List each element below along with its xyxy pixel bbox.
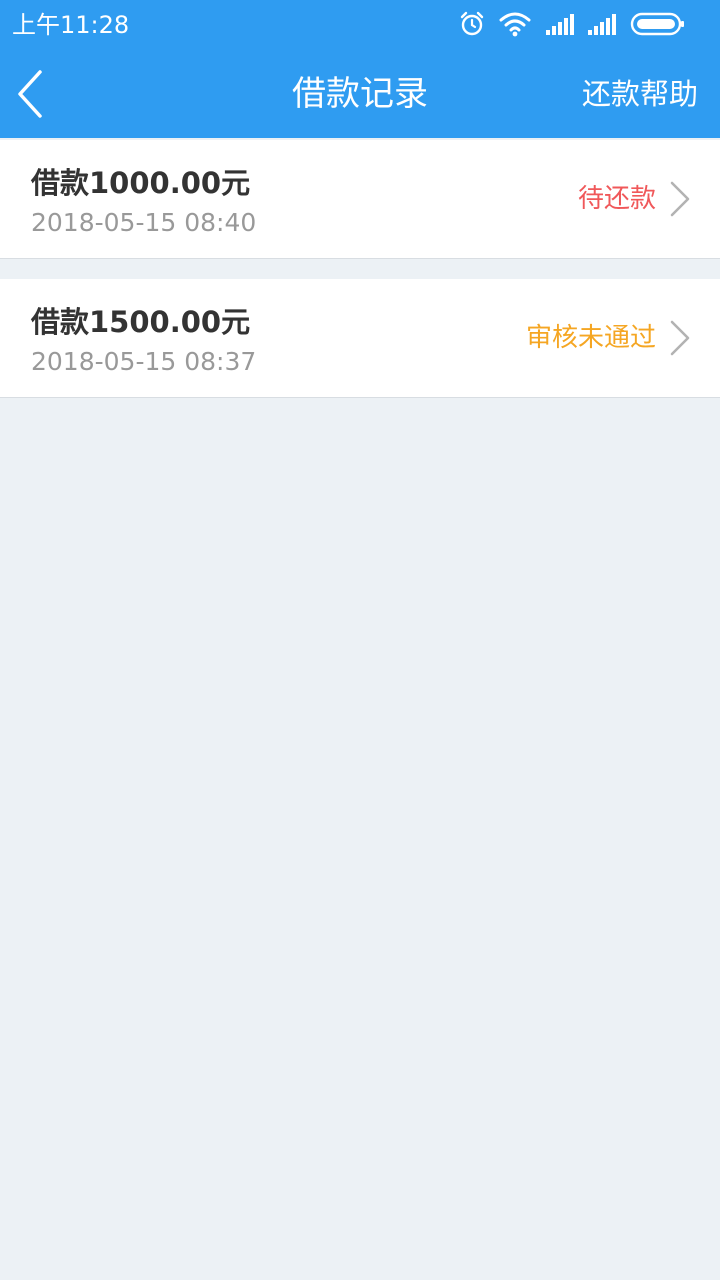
battery-icon	[630, 12, 684, 36]
loan-record-item[interactable]: 借款1000.00元 2018-05-15 08:40 待还款	[0, 140, 720, 259]
chevron-right-icon	[670, 320, 690, 356]
loan-time: 2018-05-15 08:40	[31, 208, 257, 237]
back-button[interactable]	[14, 62, 74, 126]
loan-time: 2018-05-15 08:37	[31, 347, 257, 376]
loan-amount: 借款1000.00元	[31, 166, 251, 200]
status-icons	[458, 10, 708, 40]
loan-amount: 借款1500.00元	[31, 305, 251, 339]
back-icon	[18, 70, 42, 118]
signal-icon	[546, 14, 574, 35]
status-time: 上午11:28	[12, 11, 130, 39]
alarm-icon	[460, 11, 484, 36]
chevron-right-icon	[670, 181, 690, 217]
loan-record-item[interactable]: 借款1500.00元 2018-05-15 08:37 审核未通过	[0, 279, 720, 398]
status-bar: 上午11:28	[0, 0, 720, 50]
repayment-help-link[interactable]: 还款帮助	[582, 50, 698, 138]
loan-status: 待还款	[577, 184, 656, 214]
nav-bar: 借款记录 还款帮助	[0, 50, 720, 138]
signal-icon	[588, 14, 616, 35]
wifi-icon	[499, 12, 531, 37]
loan-status: 审核未通过	[525, 323, 656, 353]
